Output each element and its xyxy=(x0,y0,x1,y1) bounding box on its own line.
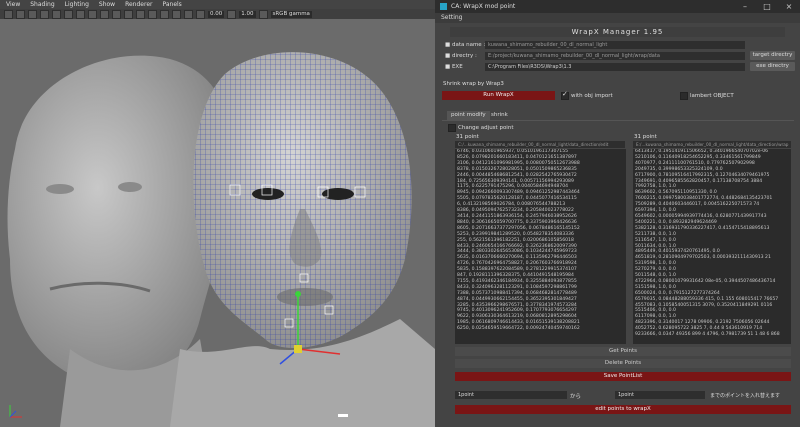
left-point-count: 31 point xyxy=(456,134,479,140)
shadows-icon[interactable] xyxy=(88,9,97,19)
list-item[interactable]: 6579035, 0.08448288059336 415, 0.1 155 6… xyxy=(633,297,791,303)
lambert-label: lambert OBJECT xyxy=(690,93,734,99)
close-icon[interactable]: × xyxy=(778,0,800,13)
viewport-scene[interactable] xyxy=(0,19,435,427)
smooth-shade-icon[interactable] xyxy=(52,9,61,19)
get-points-button[interactable]: Get Points xyxy=(455,347,791,356)
viewport-toolbar: 0.00 1.00 sRGB gamma xyxy=(0,9,435,19)
obj-import-checkbox[interactable]: ✓ xyxy=(561,90,569,100)
scan-left-eye xyxy=(46,184,74,194)
tab-divider xyxy=(442,120,794,121)
from-point-spinner[interactable]: 1point xyxy=(455,391,567,399)
tab-shrink[interactable]: shrink xyxy=(487,111,512,120)
camera-icon[interactable] xyxy=(4,9,13,19)
exe-directry-button[interactable]: exe directry xyxy=(750,62,795,71)
menu-panels[interactable]: Panels xyxy=(162,1,181,8)
left-point-list[interactable]: 6746, 0.0310601965937, 0.051019611730715… xyxy=(455,149,626,344)
delete-points-button[interactable]: Delete Points xyxy=(455,359,791,368)
menu-show[interactable]: Show xyxy=(99,1,115,8)
isolate-icon[interactable] xyxy=(112,9,121,19)
save-pointlist-button[interactable]: Save PointList xyxy=(455,372,791,381)
right-path-field[interactable]: E:/...kuwana_shimamo_rebuilder_00_dl_nor… xyxy=(633,141,791,148)
left-path-field[interactable]: C:/...kuwana_shimamo_rebuilder_00_dl_nor… xyxy=(455,141,625,148)
mouth xyxy=(277,288,333,306)
window-menubar: Setting xyxy=(435,13,800,23)
lights-icon[interactable] xyxy=(76,9,85,19)
directry-field[interactable]: E:/project/kuwana_shimamo_rebuilder_00_d… xyxy=(485,52,745,60)
minimize-icon[interactable]: – xyxy=(734,0,756,13)
change-adjust-checkbox[interactable] xyxy=(448,124,456,132)
tab-point-modify[interactable]: point modify xyxy=(447,111,490,120)
run-wrapx-button[interactable]: Run WrapX xyxy=(442,91,555,100)
maximize-icon[interactable]: □ xyxy=(756,0,778,13)
window-title: CA: WrapX mod point xyxy=(451,3,516,10)
right-point-list[interactable]: 6413417, 0.195141911506652, 0.3401966540… xyxy=(633,149,791,344)
exe-field[interactable]: C:\Program Files\R3DS\Wrap3\1.3 xyxy=(485,63,745,71)
obj-import-label: with obj import xyxy=(571,93,613,99)
window-titlebar[interactable]: CA: WrapX mod point – □ × xyxy=(435,0,800,13)
bookmark-icon[interactable] xyxy=(16,9,25,19)
to-point-spinner[interactable]: 1point xyxy=(615,391,705,399)
colorspace-field[interactable]: sRGB gamma xyxy=(270,10,312,18)
menu-shading[interactable]: Shading xyxy=(30,1,54,8)
color-management-icon[interactable] xyxy=(258,9,268,19)
data-name-label: ■ data name : xyxy=(445,42,486,48)
list-item[interactable]: 6250, 0.0254659519664722, 0.009247404597… xyxy=(455,326,626,332)
wireframe-overlay xyxy=(193,52,412,349)
spinner-separator: から xyxy=(570,394,582,400)
right-point-count: 31 point xyxy=(634,134,657,140)
data-name-field[interactable]: kuwana_shimamo_rebuilder_00_dl_normal_li… xyxy=(485,41,745,49)
exposure-field[interactable]: 0.00 xyxy=(208,10,225,18)
ssao-icon[interactable] xyxy=(172,9,181,19)
menu-renderer[interactable]: Renderer xyxy=(125,1,152,8)
shrink-label: Shrink wrap by Wrap3 xyxy=(443,81,504,87)
right-eye xyxy=(322,188,354,200)
directry-label: ■ directry : xyxy=(445,53,477,59)
textured-icon[interactable] xyxy=(64,9,73,19)
app-logo-icon xyxy=(440,3,447,10)
backface-icon[interactable] xyxy=(124,9,133,19)
axis-gizmo xyxy=(9,405,22,418)
gamma-field[interactable]: 1.00 xyxy=(239,10,256,18)
menu-view[interactable]: View xyxy=(6,1,20,8)
panel-header: WrapX Manager 1.95 xyxy=(450,27,785,37)
exe-label: ■ EXE xyxy=(445,64,463,70)
scan-right-eye xyxy=(118,182,142,192)
xray-icon[interactable] xyxy=(100,9,109,19)
motion-blur-icon[interactable] xyxy=(184,9,193,19)
list-item[interactable]: 4722964, 0.08001079931642 08e-05, 0.3944… xyxy=(633,279,791,285)
spinner-note: までのポイントを入れ替えます xyxy=(710,393,781,399)
list-item[interactable]: 9233666, 0.0347 49356 899 4 4796, 0.7981… xyxy=(633,332,791,338)
change-adjust-label: Change adjust point xyxy=(458,125,514,131)
wireframe-icon[interactable] xyxy=(40,9,49,19)
grid-icon[interactable] xyxy=(28,9,37,19)
target-directry-button[interactable]: target directry xyxy=(750,51,795,60)
resolution-gate-icon[interactable] xyxy=(136,9,145,19)
exposure-icon[interactable] xyxy=(196,9,205,19)
lambert-checkbox[interactable] xyxy=(680,92,688,100)
edit-points-to-wrapx-button[interactable]: edit points to wrapX xyxy=(455,405,791,414)
field-chart-icon[interactable] xyxy=(148,9,157,19)
menu-lighting[interactable]: Lighting xyxy=(65,1,89,8)
left-eye xyxy=(252,188,284,200)
list-item[interactable]: 5382128, 0.316931790336227417, 0.4154715… xyxy=(633,226,791,232)
safe-action-icon[interactable] xyxy=(160,9,169,19)
menu-setting[interactable]: Setting xyxy=(441,14,462,21)
gamma-icon[interactable] xyxy=(227,9,237,19)
viewport-menubar: View Shading Lighting Show Renderer Pane… xyxy=(0,0,435,9)
selected-vertex xyxy=(338,414,348,417)
list-item[interactable]: 6717900, 0.78109516417992315, 0.12704634… xyxy=(633,173,791,179)
